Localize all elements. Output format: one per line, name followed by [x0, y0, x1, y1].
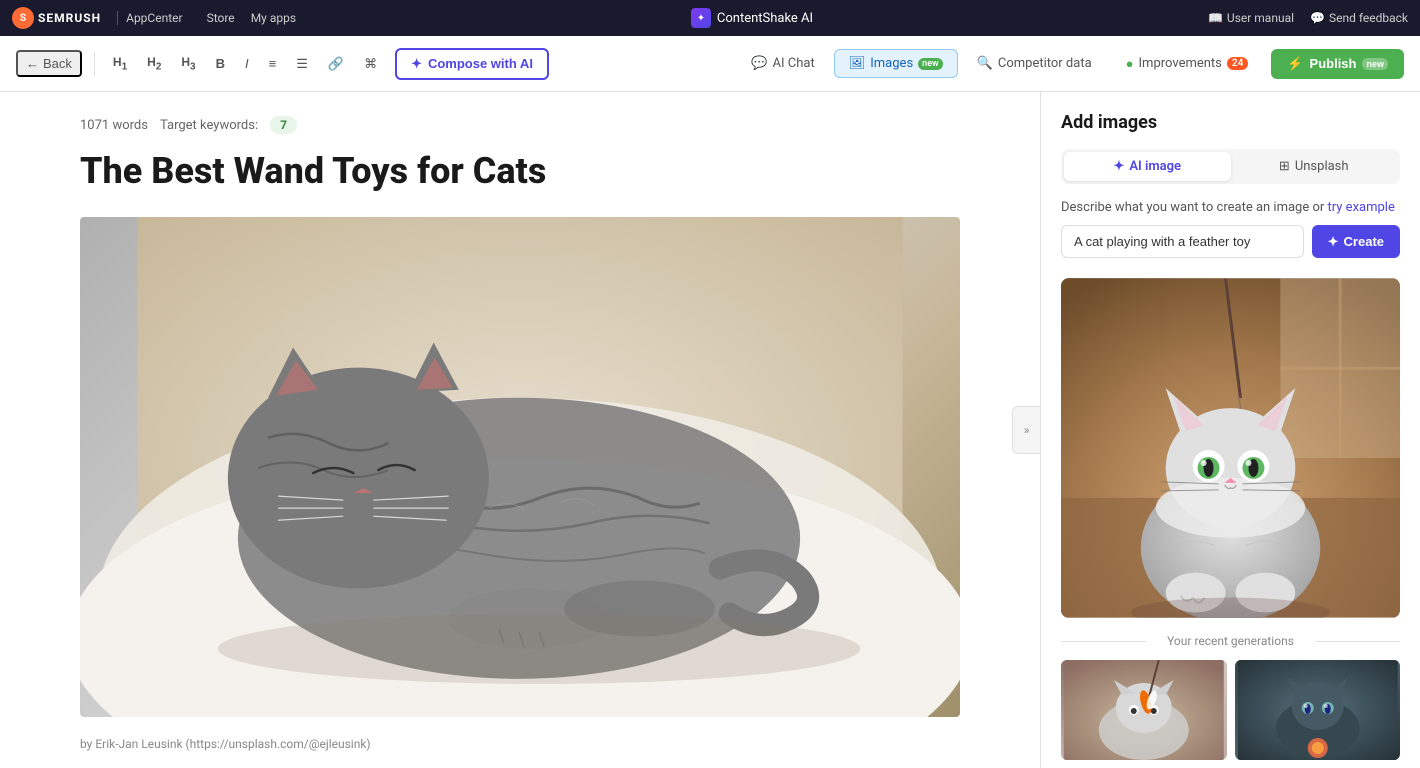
semrush-brand-text: SEMRUSH	[38, 11, 101, 25]
recent-label-text: Your recent generations	[1167, 634, 1294, 648]
book-icon: 📖	[1208, 11, 1223, 25]
back-button[interactable]: ← Back	[16, 50, 82, 77]
toolbar-right: 💬 AI Chat 🖼 Images new 🔍 Competitor data…	[736, 49, 1404, 79]
chat-icon: 💬	[751, 56, 767, 71]
send-feedback-link[interactable]: 💬 Send feedback	[1310, 11, 1408, 25]
collapse-panel-toggle[interactable]: »	[1012, 406, 1040, 454]
semrush-icon: S	[12, 7, 34, 29]
ai-image-label: AI image	[1129, 159, 1181, 174]
improvements-tab[interactable]: ● Improvements 24	[1111, 49, 1264, 79]
top-navigation: S SEMRUSH AppCenter Store My apps ✦ Cont…	[0, 0, 1420, 36]
recent-image-thumb-1[interactable]	[1061, 660, 1227, 760]
link-button[interactable]: 🔗	[322, 52, 350, 76]
h3-button[interactable]: H3	[175, 51, 201, 76]
try-example-link[interactable]: try example	[1328, 200, 1395, 215]
images-tab[interactable]: 🖼 Images new	[834, 49, 958, 78]
images-label: Images	[870, 56, 913, 71]
compose-star-icon: ✦	[411, 56, 422, 72]
publish-icon: ⚡	[1287, 56, 1303, 72]
back-label: Back	[43, 56, 72, 71]
panel-title: Add images	[1061, 112, 1400, 133]
semrush-logo[interactable]: S SEMRUSH	[12, 7, 101, 29]
image-prompt-row: ✦ Create	[1061, 225, 1400, 258]
h1-button[interactable]: H1	[107, 51, 133, 76]
image-prompt-input[interactable]	[1061, 225, 1304, 258]
describe-label: Describe what you want to create an imag…	[1061, 200, 1324, 215]
more-format-button[interactable]: ⌘	[358, 52, 383, 76]
appcenter-label: AppCenter	[117, 11, 182, 25]
describe-text: Describe what you want to create an imag…	[1061, 200, 1400, 215]
compose-label: Compose with AI	[428, 56, 533, 71]
recent-thumb-svg-1	[1061, 660, 1227, 760]
article-paragraph-1: Wand toys are a great way to keep your c…	[80, 763, 960, 768]
target-keywords-label: Target keywords:	[160, 118, 258, 133]
article-body[interactable]: Wand toys are a great way to keep your c…	[80, 763, 960, 768]
image-credit: by Erik-Jan Leusink (https://unsplash.co…	[80, 737, 960, 751]
my-apps-link[interactable]: My apps	[251, 11, 296, 25]
top-nav-links: Store My apps	[207, 11, 296, 25]
create-label: Create	[1344, 234, 1384, 249]
unsplash-tab[interactable]: ⊞ Unsplash	[1231, 152, 1398, 181]
top-nav-right: 📖 User manual 💬 Send feedback	[1208, 11, 1408, 25]
recent-image-thumb-2[interactable]	[1235, 660, 1401, 760]
article-title[interactable]: The Best Wand Toys for Cats	[80, 150, 960, 193]
editor-area[interactable]: 1071 words Target keywords: 7 The Best W…	[0, 92, 1040, 768]
image-source-tabs: ✦ AI image ⊞ Unsplash	[1061, 149, 1400, 184]
ai-chat-label: AI Chat	[773, 56, 815, 71]
compose-with-ai-button[interactable]: ✦ Compose with AI	[395, 48, 549, 80]
bold-button[interactable]: B	[210, 52, 231, 75]
unordered-list-button[interactable]: ☰	[290, 52, 314, 76]
publish-new-badge: new	[1362, 58, 1388, 70]
recent-thumb-svg-2	[1235, 660, 1401, 760]
article-hero-image	[80, 217, 960, 717]
toolbar-divider-1	[94, 52, 95, 76]
recent-generations-label: Your recent generations	[1061, 634, 1400, 648]
recent-images-grid	[1061, 660, 1400, 760]
competitor-label: Competitor data	[998, 56, 1092, 71]
word-count-bar: 1071 words Target keywords: 7	[80, 116, 960, 134]
ai-chat-tab[interactable]: 💬 AI Chat	[736, 49, 829, 78]
h2-button[interactable]: H2	[141, 51, 167, 76]
improvements-icon: ●	[1126, 56, 1134, 72]
generated-ai-image[interactable]	[1061, 278, 1400, 618]
main-area: 1071 words Target keywords: 7 The Best W…	[0, 92, 1420, 768]
generated-image-container	[1061, 278, 1400, 618]
publish-button[interactable]: ⚡ Publish new	[1271, 49, 1404, 79]
ordered-list-button[interactable]: ≡	[263, 52, 283, 75]
ai-generated-image-svg	[1061, 278, 1400, 618]
article-image-wrapper	[80, 217, 960, 717]
images-new-badge: new	[918, 58, 943, 70]
unsplash-icon: ⊞	[1279, 159, 1290, 174]
publish-label: Publish	[1310, 56, 1357, 71]
top-nav-center: ✦ ContentShake AI	[312, 8, 1192, 28]
hero-image-svg	[80, 217, 960, 717]
competitor-data-tab[interactable]: 🔍 Competitor data	[962, 49, 1107, 78]
create-button[interactable]: ✦ Create	[1312, 225, 1400, 258]
create-star-icon: ✦	[1328, 234, 1339, 250]
contentshake-icon: ✦	[691, 8, 711, 28]
image-icon: 🖼	[849, 56, 866, 71]
user-manual-label: User manual	[1227, 11, 1294, 25]
right-panel: Add images ✦ AI image ⊞ Unsplash Describ…	[1040, 92, 1420, 768]
search-icon: 🔍	[977, 56, 993, 71]
user-manual-link[interactable]: 📖 User manual	[1208, 11, 1294, 25]
keyword-count-badge: 7	[270, 116, 297, 134]
editor-toolbar: ← Back H1 H2 H3 B I ≡ ☰ 🔗 ⌘ ✦ Compose wi…	[0, 36, 1420, 92]
store-link[interactable]: Store	[207, 11, 235, 25]
feedback-icon: 💬	[1310, 11, 1325, 25]
improvements-count-badge: 24	[1227, 57, 1248, 70]
improvements-label: Improvements	[1139, 56, 1222, 71]
italic-button[interactable]: I	[239, 52, 255, 75]
word-count: 1071 words	[80, 118, 148, 133]
contentshake-title: ContentShake AI	[717, 11, 813, 26]
arrow-left-icon: ←	[26, 56, 39, 71]
contentshake-brand: ✦ ContentShake AI	[691, 8, 813, 28]
ai-image-icon: ✦	[1113, 159, 1124, 174]
ai-image-tab[interactable]: ✦ AI image	[1064, 152, 1231, 181]
feedback-label: Send feedback	[1329, 11, 1408, 25]
unsplash-label: Unsplash	[1295, 159, 1349, 174]
